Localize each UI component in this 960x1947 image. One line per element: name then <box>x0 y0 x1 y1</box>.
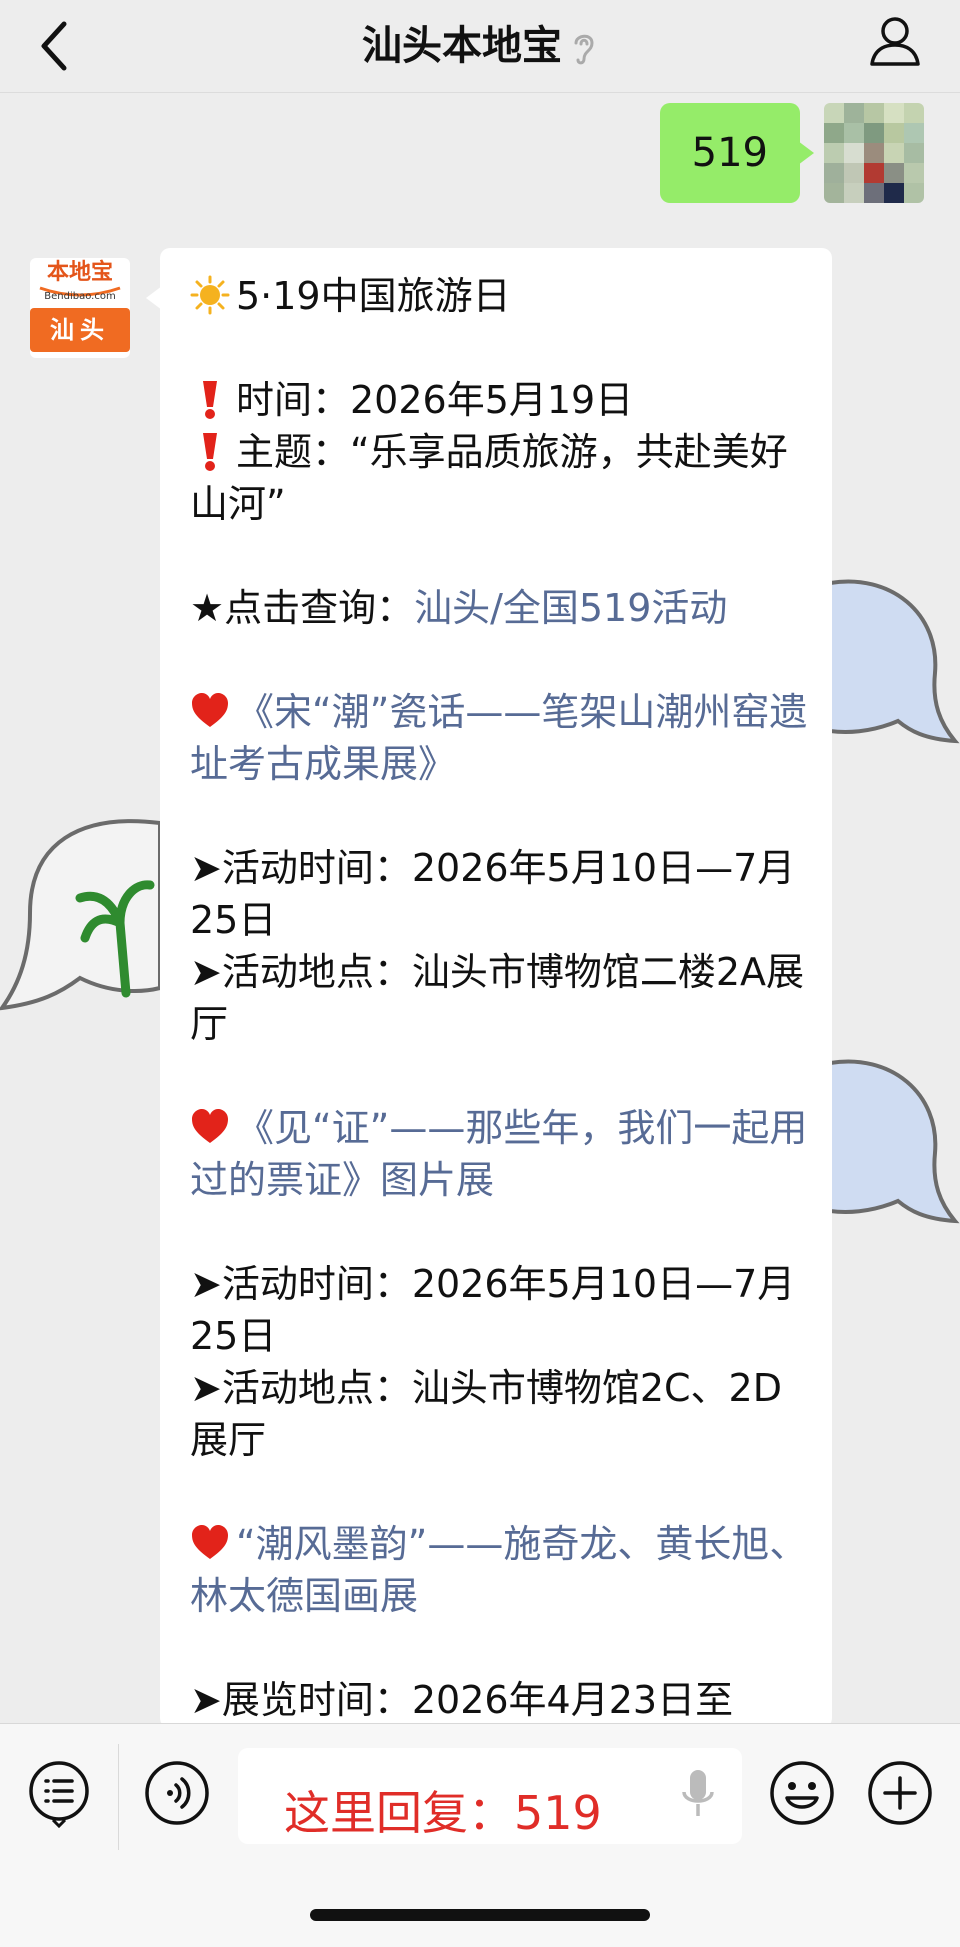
event-link-3[interactable]: “潮风墨韵”——施奇龙、黄长旭、林太德国画展 <box>190 1522 807 1618</box>
ear-icon <box>574 34 594 65</box>
wallpaper-bubble-right-icon-2 <box>830 1059 960 1224</box>
emoji-icon[interactable] <box>767 1758 837 1828</box>
home-indicator[interactable] <box>310 1909 650 1921</box>
event-link-1[interactable]: 《宋“潮”瓷话——笔架山潮州窑遗址考古成果展》 <box>190 690 807 786</box>
wallpaper-bubble-right-icon <box>830 579 960 744</box>
menu-list-icon[interactable] <box>24 1758 94 1828</box>
toolbar-divider <box>118 1744 119 1850</box>
my-avatar[interactable] <box>824 103 924 203</box>
wallpaper-bubble-left-icon <box>0 819 162 1011</box>
query-line: ★点击查询：汕头/全国519活动 <box>190 582 810 634</box>
article-title-line: 5·19中国旅游日 <box>190 270 810 322</box>
chat-header: 汕头本地宝 <box>0 0 960 93</box>
message-content: 5·19中国旅游日 时间：2026年5月19日 主题：“乐享品质旅游，共赴美好山… <box>190 270 810 1726</box>
date-text: 时间：2026年5月19日 <box>236 378 634 422</box>
exclamation-icon <box>203 381 217 419</box>
logo-sub-text: Bendibao.com <box>44 291 116 302</box>
chat-title-text: 汕头本地宝 <box>362 23 562 69</box>
microphone-icon[interactable] <box>678 1764 718 1824</box>
event-link-2[interactable]: 《见“证”——那些年，我们一起用过的票证》图片展 <box>190 1106 807 1202</box>
input-text: 这里回复：519 <box>284 1786 602 1840</box>
voice-icon[interactable] <box>142 1758 212 1828</box>
sent-message[interactable]: 519 <box>659 103 815 203</box>
heart-icon <box>192 1525 228 1559</box>
logo-city-text: 汕头 <box>50 316 110 344</box>
pixelated-avatar-icon <box>824 103 924 203</box>
bot-avatar[interactable]: 本地宝 Bendibao.com 汕头 <box>30 258 130 358</box>
heart-icon <box>192 1109 228 1143</box>
query-link[interactable]: 汕头/全国519活动 <box>414 586 727 630</box>
person-icon[interactable] <box>868 14 922 68</box>
heart-icon <box>192 693 228 727</box>
event-time-2: ➤活动时间：2026年5月10日—7月25日 <box>190 1262 796 1358</box>
logo-top-text: 本地宝 <box>46 260 113 285</box>
event-time-3: ➤展览时间：2026年4月23日至 <box>190 1678 734 1722</box>
event-time-1: ➤活动时间：2026年5月10日—7月25日 <box>190 846 796 942</box>
message-input[interactable]: 这里回复：519 <box>238 1748 742 1844</box>
exclamation-icon <box>203 433 217 471</box>
event-title-3: “潮风墨韵”——施奇龙、黄长旭、林太德国画展 <box>190 1518 810 1622</box>
article-title: 5·19中国旅游日 <box>236 274 511 318</box>
theme-text: 主题：“乐享品质旅游，共赴美好山河” <box>190 430 788 526</box>
date-line: 时间：2026年5月19日 <box>190 374 810 426</box>
plus-circle-icon[interactable] <box>865 1758 935 1828</box>
sun-icon <box>190 275 230 315</box>
event-title-2: 《见“证”——那些年，我们一起用过的票证》图片展 <box>190 1102 810 1206</box>
event-place-1: ➤活动地点：汕头市博物馆二楼2A展厅 <box>190 950 805 1046</box>
event-place-2: ➤活动地点：汕头市博物馆2C、2D展厅 <box>190 1366 782 1462</box>
theme-line: 主题：“乐享品质旅游，共赴美好山河” <box>190 426 810 530</box>
query-prefix: ★点击查询： <box>190 586 415 630</box>
chat-title: 汕头本地宝 <box>0 14 960 78</box>
event-title-1: 《宋“潮”瓷话——笔架山潮州窑遗址考古成果展》 <box>190 686 810 790</box>
